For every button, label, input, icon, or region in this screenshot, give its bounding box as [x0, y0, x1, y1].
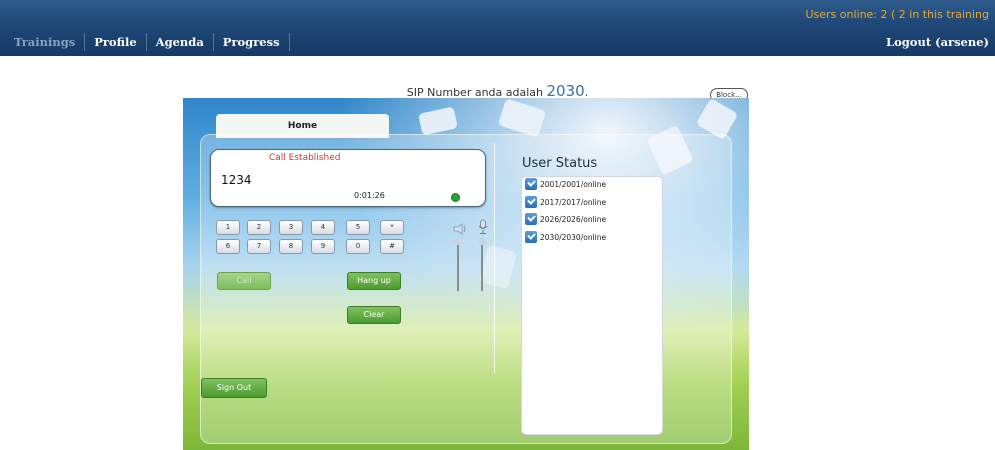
keypad-key-9[interactable]: 9 — [311, 239, 335, 254]
online-check-icon — [525, 213, 537, 225]
keypad-key-5[interactable]: 5 — [346, 220, 370, 235]
logout-link[interactable]: Logout (arsene) — [886, 33, 989, 51]
online-check-icon — [525, 178, 537, 190]
nav-item-agenda[interactable]: Agenda — [147, 33, 214, 51]
user-status-label: 2030/2030/online — [540, 232, 607, 242]
user-status-label: 2017/2017/online — [540, 197, 607, 207]
keypad-key-3[interactable]: 3 — [279, 220, 303, 235]
microphone-volume-track — [481, 245, 483, 291]
user-status-label: 2026/2026/online — [540, 214, 607, 224]
keypad-key-1[interactable]: 1 — [216, 220, 240, 235]
keypad-key-6[interactable]: 6 — [216, 239, 240, 254]
keypad-key-star[interactable]: * — [380, 220, 404, 235]
nav-item-trainings[interactable]: Trainings — [10, 33, 86, 51]
list-item[interactable]: 2030/2030/online — [525, 231, 606, 243]
list-item[interactable]: 2017/2017/online — [525, 196, 606, 208]
call-active-indicator-icon — [451, 193, 460, 202]
speaker-volume-track — [457, 245, 459, 291]
nav-item-progress[interactable]: Progress — [214, 33, 290, 51]
keypad-key-2[interactable]: 2 — [247, 220, 271, 235]
user-status-title: User Status — [522, 156, 598, 171]
microphone-volume-slider[interactable] — [476, 236, 488, 296]
puzzle-piece-decoration — [418, 106, 458, 136]
clear-button[interactable]: Clear — [347, 306, 401, 324]
top-navigation-bar: Users online: 2 ( 2 in this training Tra… — [0, 0, 995, 56]
microphone-icon[interactable] — [477, 219, 489, 235]
keypad-key-4[interactable]: 4 — [311, 220, 335, 235]
online-check-icon — [525, 231, 537, 243]
call-timer: 0:01:26 — [354, 191, 385, 200]
list-item[interactable]: 2026/2026/online — [525, 213, 606, 225]
main-nav: Trainings Profile Agenda Progress — [10, 33, 290, 51]
user-status-label: 2001/2001/online — [540, 179, 607, 189]
panel-divider — [494, 143, 495, 373]
microphone-volume-handle[interactable] — [476, 236, 488, 244]
softphone-app: Home Call Established 1234 0:01:26 1 2 3… — [183, 98, 749, 450]
online-check-icon — [525, 196, 537, 208]
users-online-status: Users online: 2 ( 2 in this training — [805, 8, 989, 21]
user-status-list: 2001/2001/online 2017/2017/online 2026/2… — [521, 176, 663, 435]
list-item[interactable]: 2001/2001/online — [525, 178, 606, 190]
speaker-volume-slider[interactable] — [452, 236, 464, 296]
call-status: Call Established — [269, 153, 341, 163]
sign-out-button[interactable]: Sign Out — [201, 378, 267, 398]
keypad-key-0[interactable]: 0 — [346, 239, 370, 254]
call-button[interactable]: Call — [217, 272, 271, 290]
call-display: Call Established 1234 0:01:26 — [210, 149, 486, 207]
hang-up-button[interactable]: Hang up — [347, 272, 401, 290]
keypad-key-8[interactable]: 8 — [279, 239, 303, 254]
keypad-key-hash[interactable]: # — [380, 239, 404, 254]
keypad-key-7[interactable]: 7 — [247, 239, 271, 254]
nav-item-profile[interactable]: Profile — [85, 33, 147, 51]
speaker-volume-handle[interactable] — [452, 236, 464, 244]
dialed-number: 1234 — [221, 173, 252, 187]
puzzle-piece-decoration — [497, 98, 547, 138]
speaker-icon[interactable] — [453, 223, 469, 235]
